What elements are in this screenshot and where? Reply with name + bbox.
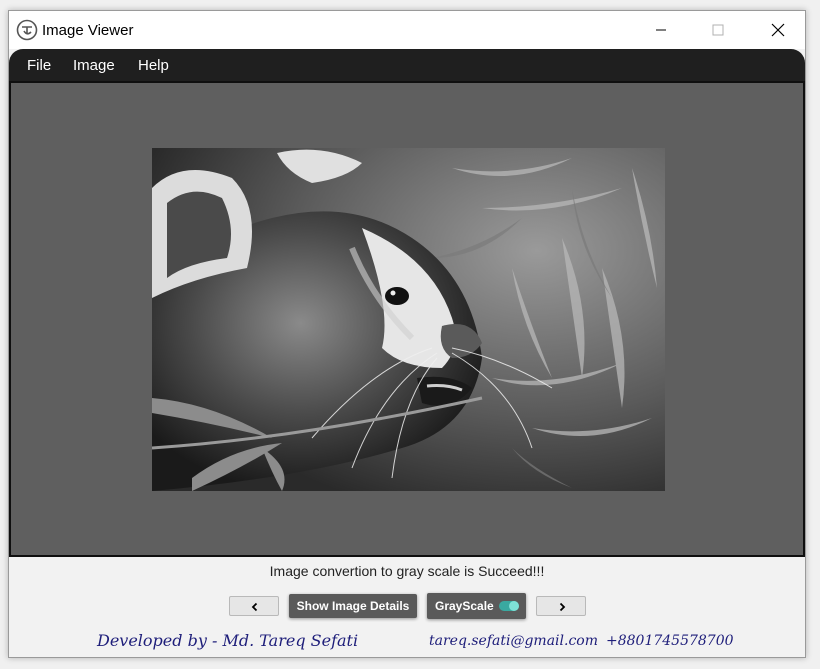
title-bar[interactable]: Image Viewer xyxy=(9,11,805,49)
app-window: Image Viewer File Image Help Image conve… xyxy=(8,10,806,658)
displayed-image xyxy=(152,148,665,491)
status-message: Image convertion to gray scale is Succee… xyxy=(269,563,545,579)
grayscale-switch[interactable] xyxy=(499,601,519,611)
maximize-button[interactable] xyxy=(695,11,741,49)
menu-image[interactable]: Image xyxy=(73,57,115,74)
minimize-icon xyxy=(656,29,666,31)
window-title: Image Viewer xyxy=(42,22,134,39)
menu-bar: File Image Help xyxy=(9,49,805,81)
minimize-button[interactable] xyxy=(638,11,684,49)
developer-phone: +8801745578700 xyxy=(606,633,734,649)
close-icon xyxy=(771,23,785,37)
close-button[interactable] xyxy=(755,11,801,49)
previous-image-button[interactable] xyxy=(229,596,279,616)
developer-credit: Developed by - Md. Tareq Sefati xyxy=(97,631,359,650)
next-image-button[interactable] xyxy=(536,596,586,616)
app-logo-icon xyxy=(16,19,38,41)
grayscale-toggle-button[interactable]: GrayScale xyxy=(427,593,526,619)
toggle-knob xyxy=(509,601,519,611)
menu-help[interactable]: Help xyxy=(138,57,169,74)
developer-email: tareq.sefati@gmail.com xyxy=(429,633,598,649)
chevron-right-icon xyxy=(559,602,566,612)
maximize-icon xyxy=(712,24,724,36)
grayscale-label: GrayScale xyxy=(435,599,494,613)
image-viewer-panel xyxy=(9,81,805,557)
show-image-details-button[interactable]: Show Image Details xyxy=(289,594,417,618)
menu-file[interactable]: File xyxy=(27,57,51,74)
chevron-left-icon xyxy=(251,602,258,612)
